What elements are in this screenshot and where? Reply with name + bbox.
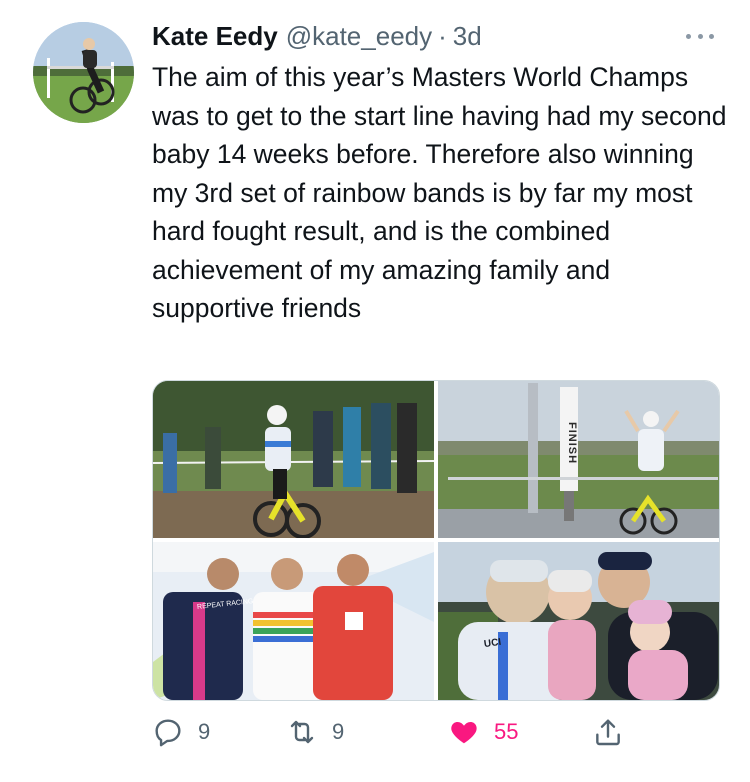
more-dot [709, 33, 714, 39]
like-button[interactable]: 55 [448, 712, 518, 752]
reply-icon [155, 719, 181, 747]
retweet-button[interactable]: 9 [286, 712, 344, 752]
photo-cyclocross-race[interactable] [153, 381, 434, 538]
timestamp[interactable]: 3d [453, 19, 482, 53]
photo-finish-line[interactable]: FINISH [438, 381, 719, 538]
display-name[interactable]: Kate Eedy [152, 19, 278, 53]
action-bar: 9 9 55 [152, 712, 632, 752]
more-dot [697, 33, 703, 39]
reply-button[interactable]: 9 [152, 712, 210, 752]
photo-podium[interactable]: REPEAT RACING [153, 542, 434, 700]
share-icon [596, 719, 620, 746]
user-handle[interactable]: @kate_eedy [286, 19, 432, 53]
avatar[interactable] [33, 22, 134, 123]
retweet-count: 9 [332, 719, 345, 744]
retweet-icon [290, 720, 314, 744]
separator-dot: · [438, 21, 447, 51]
like-count: 55 [494, 719, 519, 744]
tweet-text: The aim of this year’s Masters World Cha… [152, 62, 727, 323]
photo-family[interactable]: UCI [438, 542, 719, 700]
media-grid: FINISH REPEAT RACING UCI [152, 380, 720, 701]
tweet-header: Kate Eedy @kate_eedy · 3d [152, 19, 482, 53]
finish-banner-text: FINISH [566, 421, 578, 465]
share-button[interactable] [592, 712, 624, 752]
heart-filled-icon [451, 722, 477, 744]
more-icon[interactable] [686, 26, 714, 46]
reply-count: 9 [198, 719, 211, 744]
avatar-image [33, 22, 134, 123]
more-dot [686, 33, 691, 39]
